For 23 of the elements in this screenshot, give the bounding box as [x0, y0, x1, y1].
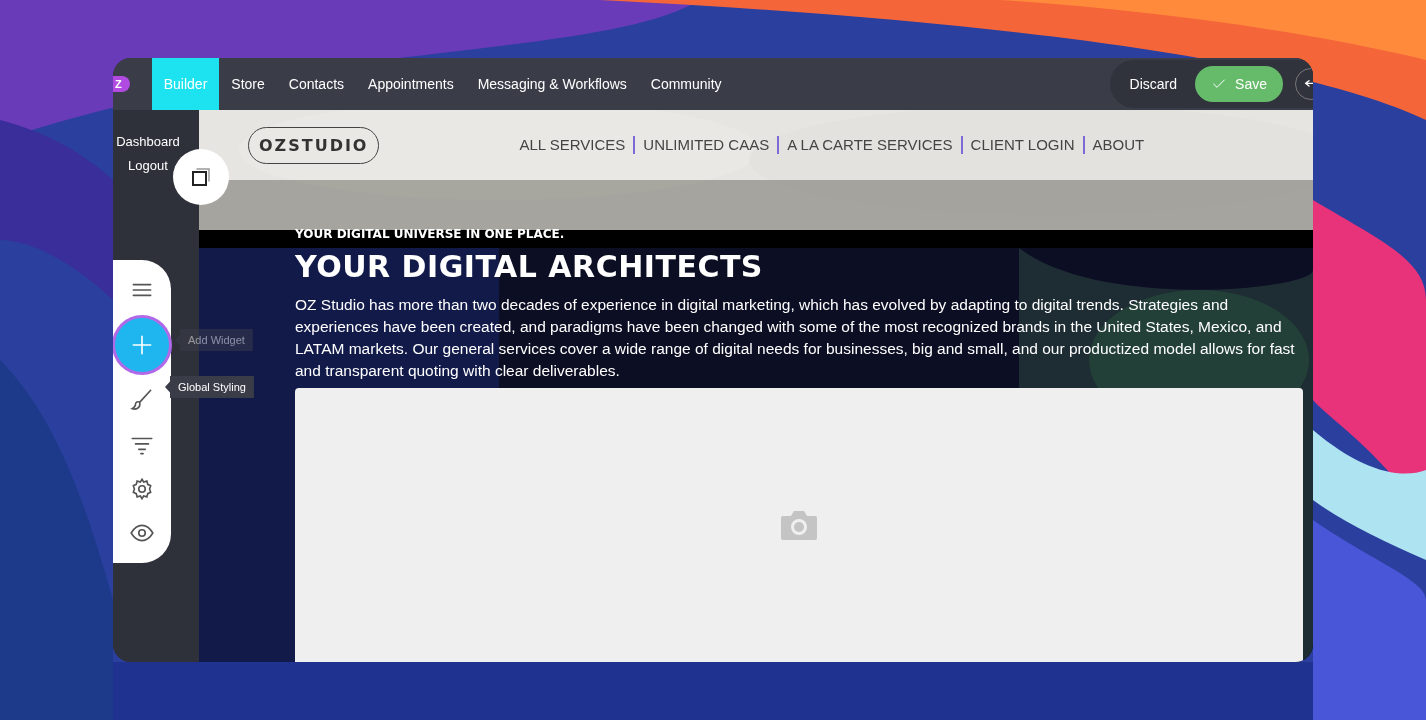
nav-tab[interactable]: Contacts [276, 58, 357, 110]
logo: Z [113, 76, 130, 92]
settings-icon [129, 475, 155, 502]
tooltip: Add Widget [175, 329, 253, 351]
tooltip: Global Styling [165, 376, 254, 398]
nav-tab[interactable]: Community [638, 58, 734, 110]
site-nav-link[interactable]: ALL SERVICES [511, 136, 634, 154]
discard-button[interactable]: Discard [1123, 75, 1184, 93]
camera-icon [779, 508, 819, 542]
sidebar-item[interactable]: Dashboard [116, 134, 180, 149]
hero-heading: YOUR DIGITAL ARCHITECTS [295, 249, 764, 284]
site-nav-link[interactable]: A LA CARTE SERVICES [777, 136, 961, 154]
tagline: YOUR DIGITAL UNIVERSE IN ONE PLACE. [295, 227, 566, 243]
site-nav-link[interactable]: CLIENT LOGIN [960, 136, 1083, 154]
site-nav-link[interactable]: UNLIMITED CAAS [633, 136, 778, 154]
copy-icon [189, 165, 213, 189]
intro-paragraph: OZ Studio has more than two decades of experience in digital marketing, which has evolved by adapting to digital trends. Strategies and experiences have been created, and paradigms have been changed with some of the most recognized brands in the United States, Mexico, and LATAM markets. Our general services cover a wide range of digital needs for businesses, big and small, and our productized model allows for fast and transparent quoting with clear deliverables. [295, 295, 1296, 381]
nav-tab[interactable]: Appointments [356, 58, 466, 110]
site-nav-link[interactable]: ABOUT [1082, 136, 1153, 154]
tool-button[interactable] [115, 318, 169, 373]
nav-tab[interactable]: Store [219, 58, 277, 110]
sidebar-item[interactable]: Logout [128, 158, 168, 173]
nav-tab[interactable]: Messaging & Workflows [465, 58, 639, 110]
